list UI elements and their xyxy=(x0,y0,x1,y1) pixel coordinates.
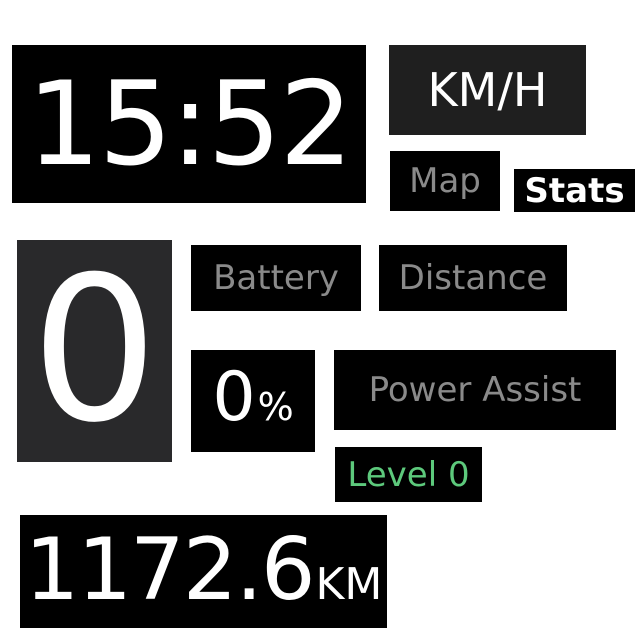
clock-display: 15:52 xyxy=(12,45,366,203)
odometer-readout: 1172.6 KM xyxy=(20,515,387,628)
power-assist-button[interactable]: Power Assist xyxy=(334,350,616,430)
speed-value: 0 xyxy=(17,240,172,462)
battery-label: Battery xyxy=(191,245,361,311)
odometer-unit: KM xyxy=(315,559,383,610)
tab-stats[interactable]: Stats xyxy=(514,169,635,212)
speed-unit-button[interactable]: KM/H xyxy=(389,45,586,135)
battery-value: 0 xyxy=(212,358,256,437)
assist-level-value: Level 0 xyxy=(335,447,482,502)
battery-unit: % xyxy=(257,385,294,429)
tab-map[interactable]: Map xyxy=(390,151,500,211)
battery-readout: 0 % xyxy=(191,350,315,452)
distance-label: Distance xyxy=(379,245,567,311)
odometer-value: 1172.6 xyxy=(24,520,316,620)
